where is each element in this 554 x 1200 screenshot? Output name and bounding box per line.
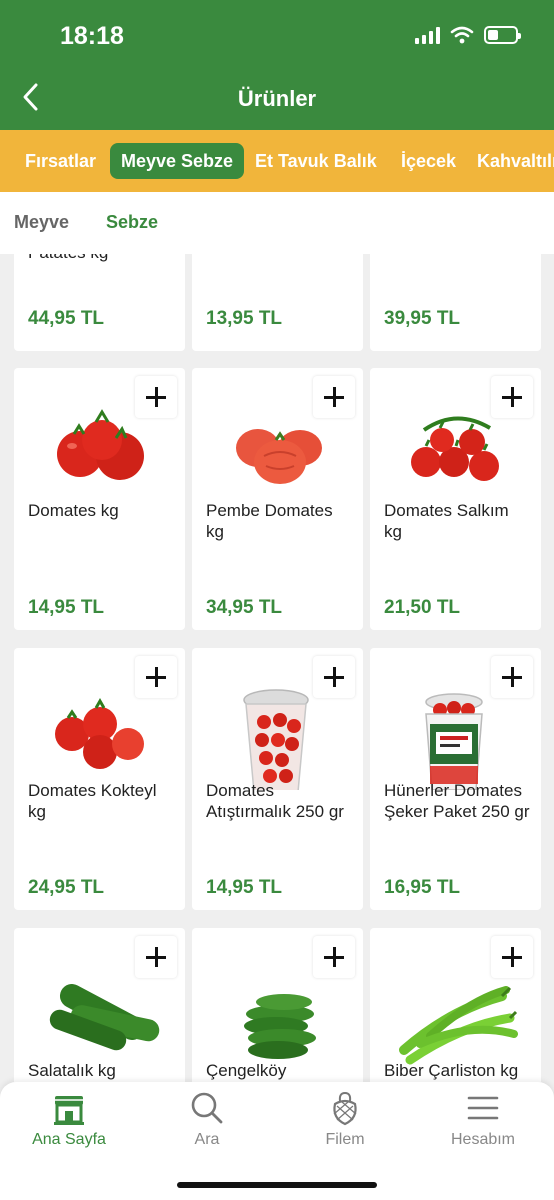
tomato-cluster-icon xyxy=(411,416,499,481)
product-price: 39,95 TL xyxy=(384,308,461,329)
product-name: Salatalık kg xyxy=(28,1061,116,1080)
status-time: 18:18 xyxy=(60,22,124,50)
product-price: 16,95 TL xyxy=(384,877,461,898)
category-meyve-sebze[interactable]: Meyve Sebze xyxy=(110,143,245,179)
status-icons xyxy=(415,26,521,44)
tab-filem[interactable]: Filem xyxy=(276,1090,414,1149)
product-name: Hünerler Domates Şeker Paket 250 gr xyxy=(384,781,530,821)
product-name: Domates kg xyxy=(28,501,119,520)
product-card[interactable]: Hünerler Domates Şeker Paket 250 gr 16,9… xyxy=(370,648,541,910)
tab-label: Ara xyxy=(194,1131,220,1148)
category-tabs: Fırsatlar Meyve Sebze Et Tavuk Balık İçe… xyxy=(0,130,554,192)
search-icon xyxy=(191,1092,223,1124)
product-price: 24,95 TL xyxy=(28,877,105,898)
bottom-tab-bar: Ana Sayfa Ara Filem Hesabım xyxy=(0,1082,554,1200)
product-card[interactable]: Pembe Domates kg 34,95 TL xyxy=(192,368,363,630)
product-card[interactable]: Domates Salkım kg 21,50 TL xyxy=(370,368,541,630)
wifi-icon xyxy=(450,26,474,44)
product-price: 34,95 TL xyxy=(206,597,283,618)
tab-label: Hesabım xyxy=(450,1131,516,1148)
tab-label: Filem xyxy=(325,1131,365,1148)
tab-ara[interactable]: Ara xyxy=(138,1090,276,1149)
app-header: 18:18 Ürünler xyxy=(0,0,554,130)
cherry-tomato-pack-icon xyxy=(425,693,483,790)
product-price: 21,50 TL xyxy=(384,597,461,618)
product-card[interactable]: Domates kg 14,95 TL xyxy=(14,368,185,630)
product-card[interactable]: Domates Kokteyl kg 24,95 TL xyxy=(14,648,185,910)
product-card[interactable]: Patates kg 44,95 TL xyxy=(14,254,185,351)
signal-icon xyxy=(415,26,440,44)
product-name: Biber Çarliston kg xyxy=(384,1061,519,1080)
page-title: Ürünler xyxy=(237,86,317,111)
product-card[interactable]: Domates Atıştırmalık 250 gr 14,95 TL xyxy=(192,648,363,910)
product-name: Pembe Domates kg xyxy=(206,501,333,541)
product-price: 14,95 TL xyxy=(28,597,105,618)
product-card[interactable]: Çengelköy xyxy=(192,928,363,1082)
battery-icon xyxy=(484,26,521,44)
snack-tomato-cup-icon xyxy=(243,689,309,790)
store-icon xyxy=(54,1096,84,1125)
cocktail-tomato-icon xyxy=(55,697,144,769)
category-icecek[interactable]: İçecek xyxy=(390,143,467,179)
cucumber-icon xyxy=(49,984,160,1051)
product-grid: Patates kg 44,95 TL 13,95 TL 39,95 TL Do… xyxy=(0,254,554,1082)
product-name: Domates Atıştırmalık 250 gr xyxy=(206,781,344,821)
category-et-tavuk-balik[interactable]: Et Tavuk Balık xyxy=(244,143,388,179)
product-price: 14,95 TL xyxy=(206,877,283,898)
subcategory-tabs: Meyve Sebze xyxy=(0,192,554,254)
tab-ana-sayfa[interactable]: Ana Sayfa xyxy=(0,1090,138,1149)
small-cucumber-icon xyxy=(244,994,316,1059)
product-name: Çengelköy xyxy=(206,1061,287,1080)
category-firsatlar[interactable]: Fırsatlar xyxy=(14,143,107,179)
green-pepper-icon xyxy=(399,986,518,1065)
product-name: Domates Kokteyl kg xyxy=(28,781,157,821)
product-price: 13,95 TL xyxy=(206,308,283,329)
category-kahvaltilik[interactable]: Kahvaltılık xyxy=(466,143,554,179)
product-card[interactable]: Salatalık kg xyxy=(14,928,185,1082)
menu-icon xyxy=(467,1096,499,1120)
subcategory-meyve[interactable]: Meyve xyxy=(14,212,69,233)
tab-hesabim[interactable]: Hesabım xyxy=(414,1090,552,1149)
product-name: Patates kg xyxy=(28,254,174,263)
product-name: Domates Salkım kg xyxy=(384,501,509,541)
subcategory-sebze[interactable]: Sebze xyxy=(106,212,158,233)
product-card[interactable]: 39,95 TL xyxy=(370,254,541,351)
home-indicator xyxy=(177,1182,377,1188)
tomato-icon xyxy=(57,409,144,480)
pink-tomato-icon xyxy=(236,429,322,484)
tab-label: Ana Sayfa xyxy=(32,1131,106,1148)
product-card[interactable]: 13,95 TL xyxy=(192,254,363,351)
product-price: 44,95 TL xyxy=(28,308,105,329)
net-bag-icon xyxy=(333,1092,357,1126)
product-card[interactable]: Biber Çarliston kg xyxy=(370,928,541,1082)
